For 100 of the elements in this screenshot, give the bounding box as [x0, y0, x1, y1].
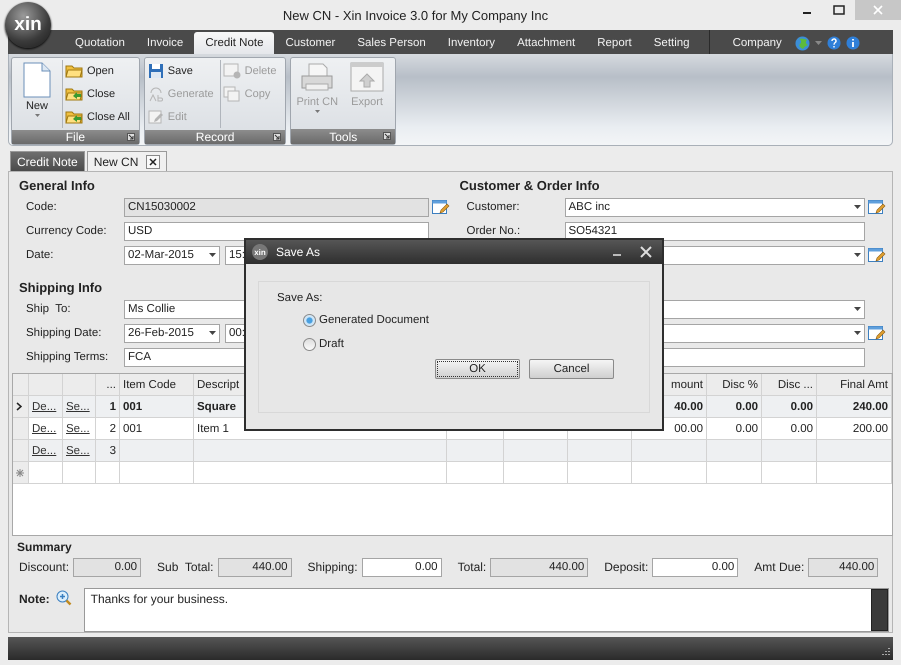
- table-cell: [447, 440, 504, 462]
- field-label: Order No.:: [466, 225, 522, 237]
- field-label: Customer:: [466, 201, 521, 213]
- radio-icon[interactable]: [303, 314, 316, 326]
- select-link[interactable]: Se...: [66, 444, 90, 456]
- help-icon[interactable]: [826, 36, 841, 50]
- scrollbar[interactable]: [871, 589, 888, 631]
- menu-tab[interactable]: Credit Note: [194, 32, 274, 54]
- menu-tab[interactable]: Setting: [642, 32, 701, 54]
- menu-tab[interactable]: Customer: [274, 32, 346, 54]
- amount-field[interactable]: 440.00: [490, 558, 588, 576]
- column-header[interactable]: ...: [96, 374, 120, 396]
- field-label: Sub Total:: [157, 560, 214, 574]
- ribbon-button[interactable]: Open: [65, 60, 133, 82]
- column-header[interactable]: Disc %: [707, 374, 762, 396]
- table-cell: 0.00: [707, 396, 762, 418]
- amount-field[interactable]: 440.00: [218, 558, 292, 576]
- edit-form-icon[interactable]: [868, 198, 886, 216]
- group-title: File: [12, 130, 139, 144]
- radio-icon[interactable]: [303, 338, 316, 350]
- table-cell: [568, 440, 632, 462]
- field-label: Shipping Date:: [26, 327, 102, 339]
- table-cell: [762, 440, 817, 462]
- select-link[interactable]: Se...: [66, 422, 90, 434]
- folder-icon: [65, 64, 83, 78]
- column-header[interactable]: Final Amt: [817, 374, 892, 396]
- amount-field[interactable]: 0.00: [652, 558, 738, 576]
- table-cell: 001: [120, 396, 194, 418]
- menu-tab[interactable]: Report: [586, 32, 643, 54]
- menu-tab[interactable]: Invoice: [136, 32, 194, 54]
- field-label: Ship To:: [26, 303, 72, 315]
- copy-icon: [222, 86, 241, 102]
- text-field[interactable]: SO54321: [564, 222, 865, 240]
- edit-form-icon[interactable]: [432, 198, 450, 216]
- menu-tab[interactable]: Attachment: [506, 32, 586, 54]
- date-field[interactable]: 26-Feb-2015: [124, 324, 220, 342]
- note-pencil-icon: [148, 109, 164, 125]
- row-header[interactable]: [13, 396, 29, 418]
- radio-option[interactable]: Generated Document: [303, 308, 649, 332]
- delete-link[interactable]: De...: [32, 422, 56, 434]
- table-cell: [447, 462, 504, 484]
- menu-tab[interactable]: Quotation: [64, 32, 136, 54]
- maximize-button[interactable]: [833, 5, 845, 15]
- edit-form-icon[interactable]: [868, 246, 886, 264]
- dropdown-caret-icon[interactable]: [854, 307, 861, 311]
- text-field[interactable]: CN15030002: [124, 198, 428, 216]
- table-cell: 240.00: [817, 396, 892, 418]
- note-field[interactable]: Thanks for your business.: [84, 588, 889, 632]
- menu-tab[interactable]: Inventory: [436, 32, 506, 54]
- close-tab-icon[interactable]: [146, 154, 160, 168]
- dialog-launcher-icon[interactable]: [383, 132, 392, 140]
- close-button[interactable]: [640, 246, 652, 258]
- company-menu[interactable]: Company: [722, 32, 793, 54]
- app-logo: xin: [5, 2, 51, 48]
- dialog-logo: xin: [252, 244, 268, 260]
- dialog-button[interactable]: OK: [435, 359, 520, 379]
- arc-marks-icon: [148, 86, 164, 102]
- dropdown-caret-icon[interactable]: [854, 253, 861, 257]
- ribbon-button[interactable]: Close: [65, 83, 133, 105]
- table-cell: 0.00: [762, 418, 817, 440]
- info-icon[interactable]: [846, 36, 860, 50]
- amount-field[interactable]: 0.00: [362, 558, 442, 576]
- table-cell: [707, 440, 762, 462]
- field-label: Shipping Terms:: [26, 351, 110, 363]
- edit-form-icon[interactable]: [868, 324, 886, 342]
- select-link[interactable]: Se...: [66, 400, 90, 412]
- zoom-in-icon[interactable]: [56, 590, 72, 606]
- dropdown-field[interactable]: ABC inc: [564, 198, 865, 216]
- dialog-launcher-icon[interactable]: [273, 133, 282, 141]
- table-cell: [568, 462, 632, 484]
- amount-field[interactable]: 0.00: [73, 558, 142, 576]
- radio-option[interactable]: Draft: [303, 332, 649, 356]
- table-cell: 0.00: [762, 396, 817, 418]
- table-cell: [96, 462, 120, 484]
- window-title: New CN - Xin Invoice 3.0 for My Company Inc: [282, 8, 550, 22]
- group-title: Record: [144, 130, 286, 144]
- dropdown-caret-icon[interactable]: [209, 253, 216, 257]
- globe-icon[interactable]: [794, 36, 810, 50]
- ribbon-button[interactable]: New: [15, 60, 59, 117]
- dropdown-caret-icon[interactable]: [854, 205, 861, 209]
- column-header[interactable]: Disc ...: [762, 374, 817, 396]
- dropdown-caret-icon[interactable]: [854, 331, 861, 335]
- field-label: Discount:: [19, 560, 70, 574]
- delete-link[interactable]: De...: [32, 444, 56, 456]
- document-tab[interactable]: Credit Note: [10, 151, 85, 171]
- dialog-launcher-icon[interactable]: [126, 133, 135, 141]
- dialog-button[interactable]: Cancel: [529, 359, 614, 379]
- column-header[interactable]: Item Code: [120, 374, 194, 396]
- ribbon-button[interactable]: Close All: [65, 106, 133, 128]
- dropdown-caret-icon[interactable]: [209, 331, 216, 335]
- ribbon-button[interactable]: Save: [148, 60, 217, 82]
- table-cell: 3: [96, 440, 120, 462]
- current-row-icon: [16, 402, 22, 411]
- resize-grip-icon[interactable]: [880, 647, 890, 657]
- amount-field[interactable]: 440.00: [808, 558, 878, 576]
- document-tab[interactable]: New CN: [86, 151, 168, 171]
- menu-tab[interactable]: Sales Person: [346, 32, 437, 54]
- delete-link[interactable]: De...: [32, 400, 56, 412]
- text-field[interactable]: USD: [124, 222, 428, 240]
- date-field[interactable]: 02-Mar-2015: [124, 246, 220, 264]
